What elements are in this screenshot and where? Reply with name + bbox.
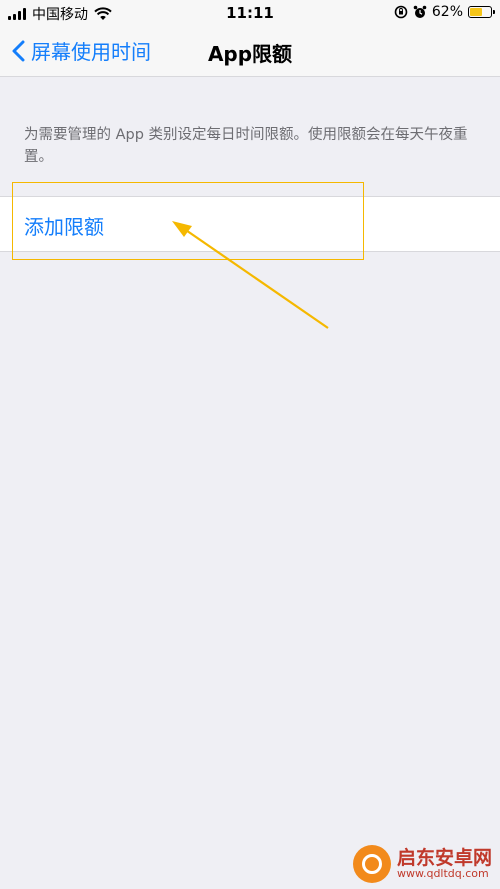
watermark-url: www.qdltdq.com (396, 867, 489, 881)
add-limit-button[interactable]: 添加限额 (24, 211, 104, 240)
watermark-title: 启东安卓网 (396, 846, 492, 869)
status-right: 62% (394, 4, 495, 20)
add-limit-row[interactable]: 添加限额 (0, 196, 500, 252)
orientation-lock-icon (394, 5, 408, 19)
battery-fill (470, 8, 482, 16)
screen: 中国移动 11:11 62% 屏幕使用时间 App限额 为需要管理的 App 类… (0, 0, 500, 889)
watermark-text: 启东安卓网 www.qdltdq.com (396, 846, 492, 881)
battery-percentage: 62% (431, 4, 463, 20)
watermark: 启东安卓网 www.qdltdq.com (352, 845, 492, 883)
alarm-icon (413, 5, 427, 18)
page-title: App限额 (207, 42, 293, 66)
watermark-logo (352, 845, 391, 883)
battery-icon (468, 6, 495, 18)
section-description: 为需要管理的 App 类别设定每日时间限额。使用限额会在每天午夜重置。 (24, 127, 468, 165)
status-bar: 中国移动 11:11 62% (0, 0, 500, 26)
navigation-bar: 屏幕使用时间 App限额 (0, 26, 500, 77)
